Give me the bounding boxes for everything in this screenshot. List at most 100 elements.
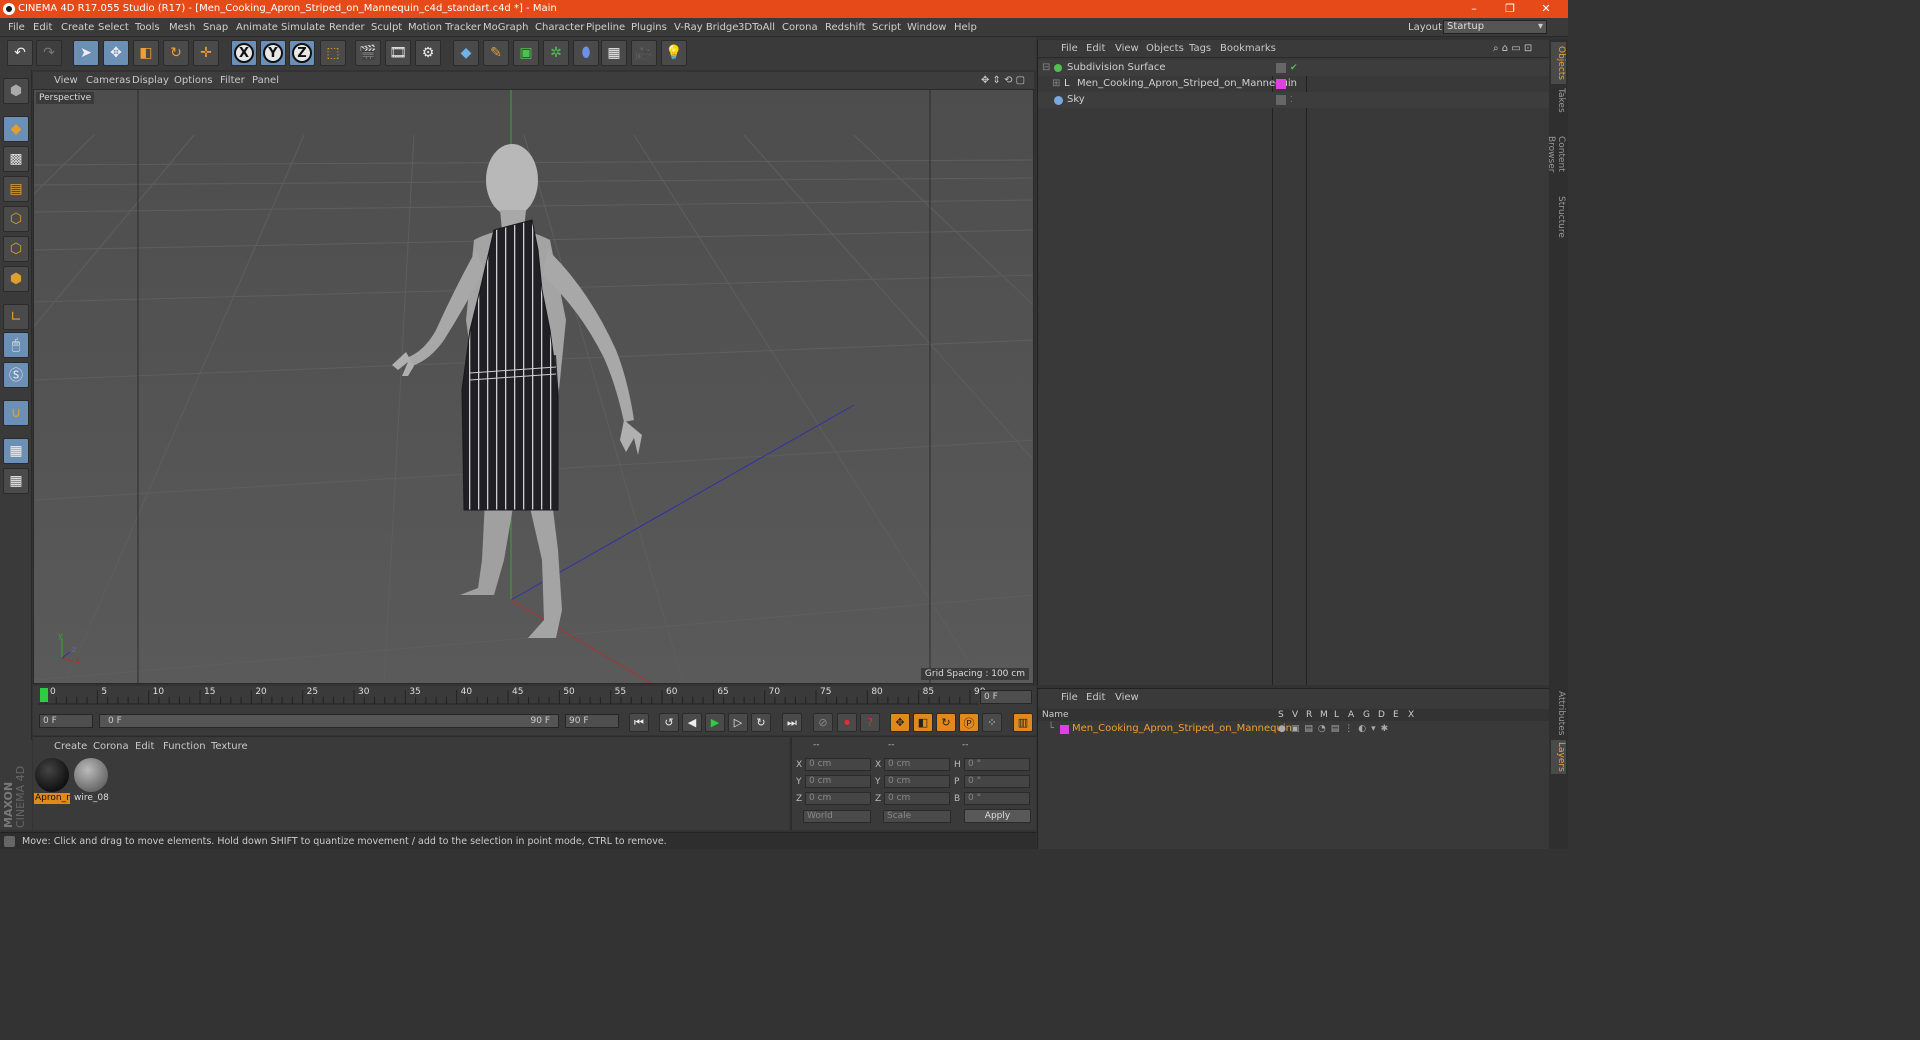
render-to-picture-viewer-icon[interactable]: 🎞 (385, 40, 411, 66)
layer-col-x[interactable]: X (1408, 709, 1414, 721)
timeline-ruler[interactable]: 051015202530354045505560657075808590 0 F (33, 686, 1036, 710)
layer-color-tag[interactable] (1276, 79, 1286, 89)
viewport-menu-options[interactable]: Options (174, 72, 213, 89)
magnet-icon[interactable]: ∪ (3, 400, 29, 426)
undo-icon[interactable]: ↶ (7, 40, 33, 66)
layer-col-e[interactable]: E (1393, 709, 1399, 721)
visibility-dots-icon[interactable]: ⁚ (1290, 92, 1293, 108)
material-menu-texture[interactable]: Texture (211, 740, 248, 754)
go-to-start-icon[interactable]: ⏮ (629, 713, 649, 732)
editor-visibility-icon[interactable] (1276, 63, 1286, 73)
rotation-b-field[interactable]: 0 ° (964, 792, 1030, 805)
next-frame-icon[interactable]: ▷ (728, 713, 748, 732)
viewport-camera-label[interactable]: Perspective (36, 92, 95, 104)
go-to-end-icon[interactable]: ⏭ (782, 713, 802, 732)
rotation-p-field[interactable]: 0 ° (964, 775, 1030, 788)
live-select-icon[interactable]: ➤ (73, 40, 99, 66)
scale-icon[interactable]: ◧ (133, 40, 159, 66)
redo-icon[interactable]: ↷ (36, 40, 62, 66)
size-y-field[interactable]: 0 cm (884, 775, 950, 788)
objects-menu-view[interactable]: View (1115, 40, 1139, 58)
tab-structure[interactable]: Structure (1551, 196, 1566, 238)
layer-name[interactable]: Men_Cooking_Apron_Striped_on_Mannequin (1072, 721, 1292, 737)
menu-corona[interactable]: Corona (782, 18, 818, 37)
light-icon[interactable]: 💡 (661, 40, 687, 66)
layer-col-g[interactable]: G (1363, 709, 1370, 721)
start-frame-field[interactable]: 0 F (39, 714, 93, 728)
editor-visibility-icon[interactable] (1276, 95, 1286, 105)
lock-x-axis-button[interactable]: X (231, 40, 257, 66)
coordinate-system-icon[interactable]: ⬚ (320, 40, 346, 66)
end-frame-field[interactable]: 90 F (565, 714, 619, 728)
snap-icon[interactable]: Ⓢ (3, 362, 29, 388)
menu-animate[interactable]: Animate (236, 18, 278, 37)
size-mode-dropdown[interactable]: Scale (883, 810, 951, 823)
workplane-mode-icon[interactable]: ▤ (3, 176, 29, 202)
previous-key-icon[interactable]: ↺ (659, 713, 679, 732)
tab-takes[interactable]: Takes (1551, 86, 1566, 114)
material-swatch-apron[interactable]: Apron_n (34, 757, 70, 805)
size-z-field[interactable]: 0 cm (884, 792, 950, 805)
coordinate-space-dropdown[interactable]: World (803, 810, 871, 823)
close-button[interactable]: ✕ (1528, 0, 1564, 18)
workplane-icon[interactable]: ▦ (3, 468, 29, 494)
layer-col-r[interactable]: R (1306, 709, 1312, 721)
camera-icon[interactable]: 🎥 (631, 40, 657, 66)
cube-primitive-icon[interactable]: ◆ (453, 40, 479, 66)
visibility-dots-icon[interactable]: ⁚ (1290, 76, 1293, 92)
position-y-field[interactable]: 0 cm (805, 775, 871, 788)
layer-toggle-icons[interactable]: ●▣▤◔▤⋮◐▾✱ (1278, 721, 1393, 737)
layer-col-m[interactable]: M (1320, 709, 1328, 721)
edges-mode-icon[interactable]: ⬡ (3, 236, 29, 262)
workplane-lock-icon[interactable]: ▦ (3, 438, 29, 464)
material-menu-create[interactable]: Create (54, 740, 87, 754)
material-menu-edit[interactable]: Edit (135, 740, 154, 754)
perspective-viewport[interactable]: y x z Perspective Grid Spacing : 100 cm (33, 89, 1034, 684)
layer-row[interactable]: └ Men_Cooking_Apron_Striped_on_Mannequin… (1038, 721, 1550, 737)
enabled-check-icon[interactable]: ✔ (1290, 60, 1298, 76)
menu-3dtoall[interactable]: 3DToAll (738, 18, 775, 37)
material-swatch-wire[interactable]: wire_08 (73, 757, 109, 805)
viewport-navigation-icons[interactable]: ✥ ⇕ ⟲ ▢ (981, 72, 1025, 89)
objects-menu-objects[interactable]: Objects (1146, 40, 1184, 58)
tab-objects[interactable]: Objects (1551, 42, 1566, 84)
menu-simulate[interactable]: Simulate (281, 18, 325, 37)
texture-mode-icon[interactable]: ▩ (3, 146, 29, 172)
layout-dropdown[interactable]: Startup (1443, 20, 1547, 34)
key-rotation-icon[interactable]: ↻ (936, 713, 956, 732)
expand-icon[interactable]: ⊟ (1042, 60, 1050, 76)
viewport-menu-view[interactable]: View (54, 72, 78, 89)
spline-pen-icon[interactable]: ✎ (483, 40, 509, 66)
material-menu-corona[interactable]: Corona (93, 740, 129, 754)
objects-menu-edit[interactable]: Edit (1086, 40, 1105, 58)
layer-col-l[interactable]: L (1334, 709, 1339, 721)
viewport-menu-display[interactable]: Display (132, 72, 169, 89)
keyframe-selection-icon[interactable]: ? (860, 713, 880, 732)
size-x-field[interactable]: 0 cm (884, 758, 950, 771)
menu-render[interactable]: Render (329, 18, 365, 37)
rotate-icon[interactable]: ↻ (163, 40, 189, 66)
viewport-menu-panel[interactable]: Panel (252, 72, 279, 89)
layer-col-v[interactable]: V (1292, 709, 1298, 721)
menu-mograph[interactable]: MoGraph (483, 18, 528, 37)
tab-attributes[interactable]: Attributes (1551, 688, 1566, 738)
deformer-icon[interactable]: ⬮ (573, 40, 599, 66)
key-scale-icon[interactable]: ◧ (913, 713, 933, 732)
objects-menu-bookmarks[interactable]: Bookmarks (1220, 40, 1276, 58)
timeline-playhead[interactable] (40, 688, 48, 702)
next-key-icon[interactable]: ↻ (751, 713, 771, 732)
move-icon[interactable]: ✥ (103, 40, 129, 66)
apply-button[interactable]: Apply (964, 809, 1031, 823)
current-frame-field[interactable]: 0 F (980, 690, 1032, 704)
tab-content-browser[interactable]: Content Browser (1546, 118, 1566, 190)
make-editable-icon[interactable]: ⬢ (3, 78, 29, 104)
menu-vray-bridge[interactable]: V-Ray Bridge (674, 18, 738, 37)
menu-file[interactable]: File (8, 18, 25, 37)
menu-sculpt[interactable]: Sculpt (371, 18, 402, 37)
layer-col-d[interactable]: D (1378, 709, 1385, 721)
expand-icon[interactable]: ⊞ (1052, 76, 1060, 92)
timeline-window-icon[interactable]: ▥ (1013, 713, 1033, 732)
object-row-mannequin[interactable]: ⊞ L Men_Cooking_Apron_Striped_on_Mannequ… (1038, 76, 1550, 92)
position-z-field[interactable]: 0 cm (805, 792, 871, 805)
play-forward-icon[interactable]: ▶ (705, 713, 725, 732)
